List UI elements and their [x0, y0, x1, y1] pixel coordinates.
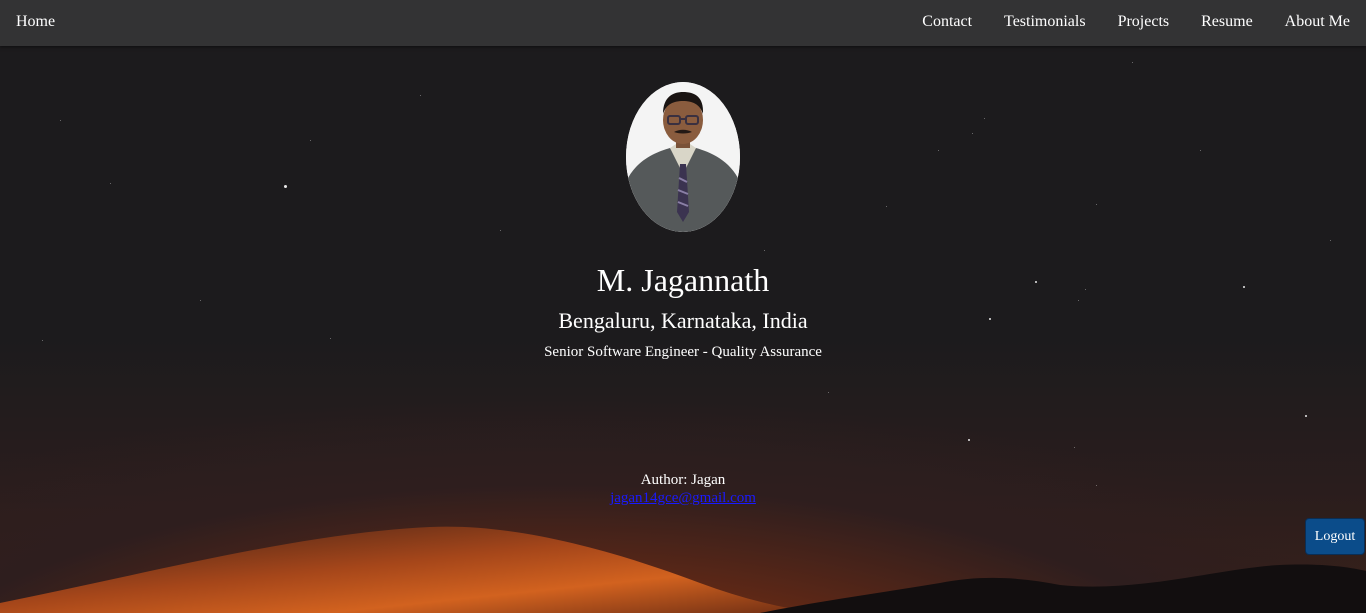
nav-resume-link[interactable]: Resume	[1201, 13, 1253, 31]
nav-projects-link[interactable]: Projects	[1118, 13, 1170, 31]
profile-role: Senior Software Engineer - Quality Assur…	[544, 344, 822, 360]
logout-button[interactable]: Logout	[1305, 518, 1365, 555]
profile-name: M. Jagannath	[596, 262, 770, 298]
email-link[interactable]: jagan14gce@gmail.com	[610, 490, 756, 506]
nav-home-link[interactable]: Home	[16, 13, 55, 31]
profile-photo	[626, 82, 740, 232]
nav-testimonials-link[interactable]: Testimonials	[1004, 13, 1086, 31]
author-text: Author: Jagan	[640, 472, 726, 488]
desert-dunes	[0, 526, 1366, 613]
nav-links: Contact Testimonials Projects Resume Abo…	[922, 13, 1350, 31]
email-container: jagan14gce@gmail.com	[0, 490, 1366, 507]
nav-about-me-link[interactable]: About Me	[1285, 13, 1350, 31]
top-navbar: Home Contact Testimonials Projects Resum…	[0, 0, 1366, 46]
page: Home Contact Testimonials Projects Resum…	[0, 0, 1366, 613]
profile-location: Bengaluru, Karnataka, India	[558, 308, 808, 333]
nav-contact-link[interactable]: Contact	[922, 13, 972, 31]
